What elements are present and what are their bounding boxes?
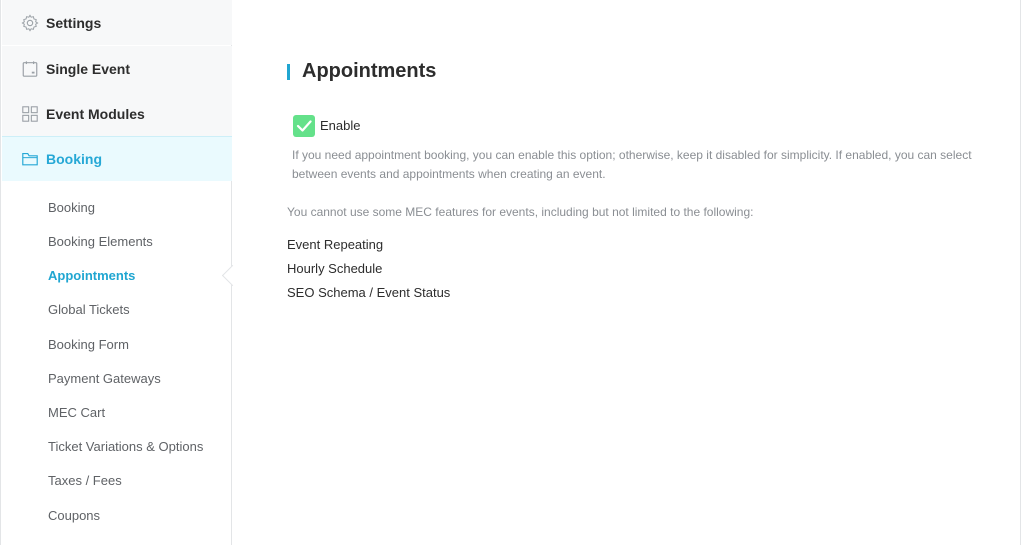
sidebar-subitem-ticket-variations[interactable]: Ticket Variations & Options (48, 439, 203, 455)
sidebar-subitem-booking-elements[interactable]: Booking Elements (48, 234, 153, 250)
limitations-note: You cannot use some MEC features for eve… (287, 205, 754, 219)
sidebar-item-label: Event Modules (46, 105, 145, 122)
gear-icon (21, 13, 39, 32)
sidebar-subitem-booking-form[interactable]: Booking Form (48, 337, 129, 353)
calendar-icon (22, 60, 38, 77)
sidebar-subitem-booking[interactable]: Booking (48, 200, 95, 216)
enable-help-text: If you need appointment booking, you can… (292, 148, 972, 181)
grid-icon (22, 105, 38, 122)
enable-checkbox[interactable] (293, 115, 315, 137)
sidebar-item-booking[interactable]: Booking (2, 136, 232, 181)
settings-sidebar: Settings Single Event Event Modules Book… (0, 0, 232, 545)
feature-item: SEO Schema / Event Status (287, 285, 451, 300)
sidebar-subitem-coupons[interactable]: Coupons (48, 508, 100, 524)
folder-icon (22, 153, 38, 166)
title-accent-bar (287, 64, 290, 80)
sidebar-subitem-payment-gateways[interactable]: Payment Gateways (48, 371, 161, 387)
sidebar-item-settings[interactable]: Settings (2, 0, 232, 45)
sidebar-item-event-modules[interactable]: Event Modules (2, 91, 232, 136)
feature-item: Event Repeating (287, 237, 384, 252)
sidebar-item-label: Single Event (46, 60, 131, 77)
sidebar-item-label: Settings (46, 14, 102, 31)
checkmark-icon (296, 120, 312, 132)
feature-item: Hourly Schedule (287, 261, 383, 276)
sidebar-item-single-event[interactable]: Single Event (2, 46, 232, 91)
sidebar-subitem-global-tickets[interactable]: Global Tickets (48, 302, 130, 318)
sidebar-item-label: Booking (46, 151, 102, 167)
page-title: Appointments (302, 60, 437, 82)
sidebar-subitem-appointments[interactable]: Appointments (48, 268, 135, 284)
sidebar-subitem-mec-cart[interactable]: MEC Cart (48, 405, 105, 421)
sidebar-subitem-taxes-fees[interactable]: Taxes / Fees (48, 473, 122, 489)
enable-label[interactable]: Enable (320, 118, 360, 133)
